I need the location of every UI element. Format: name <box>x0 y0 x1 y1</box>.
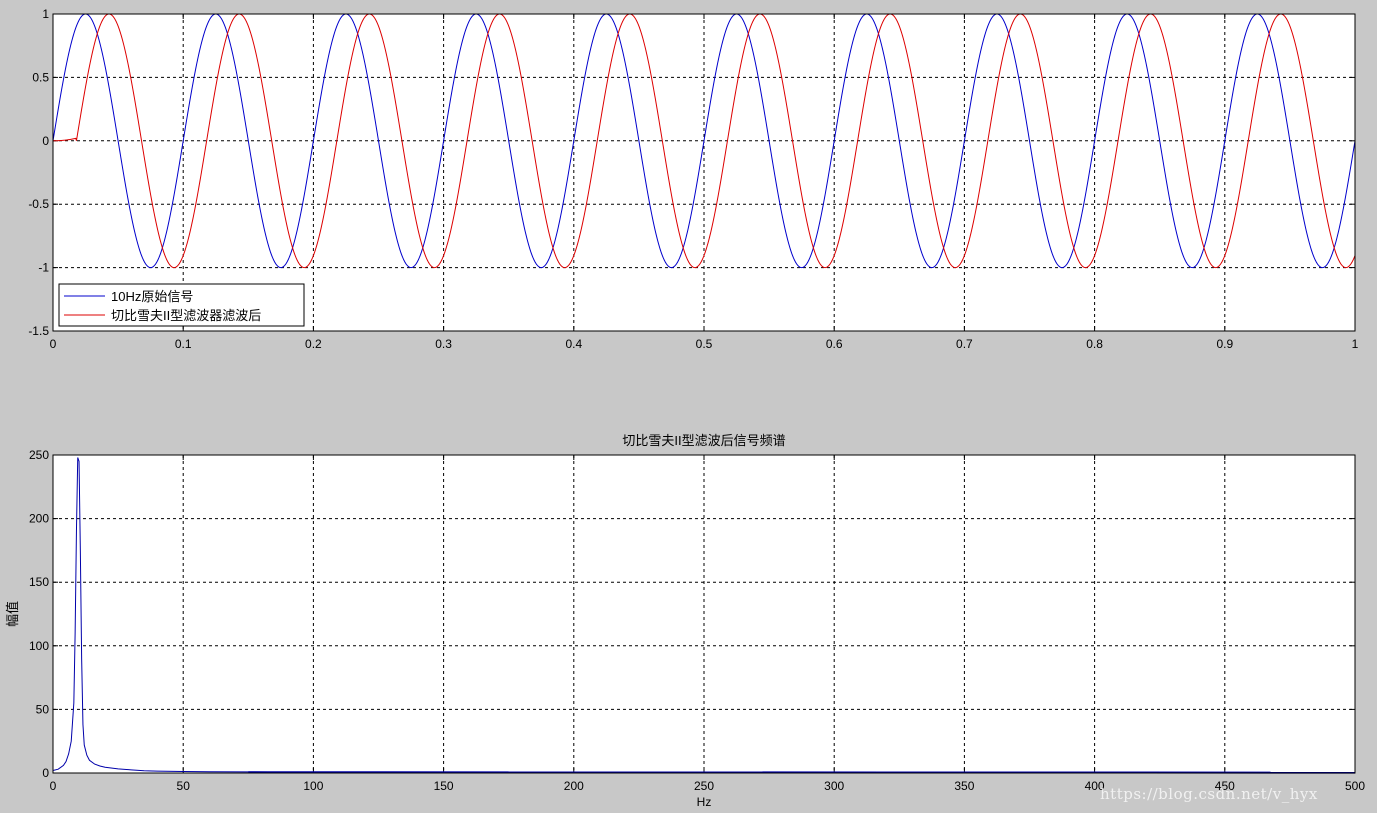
figure: 0 0.1 0.2 0.3 0.4 0.5 0.6 0.7 0.8 0.9 1 1 0.5 0 -0.5 -1… <box>5 7 1365 809</box>
time-domain-chart: 0 0.1 0.2 0.3 0.4 0.5 0.6 0.7 0.8 0.9 1 1 0.5 0 -0.5 -1… <box>28 7 1358 351</box>
x-tick-label: 0.9 <box>1216 337 1233 351</box>
x-tick-label: 200 <box>564 779 584 793</box>
legend: 10Hz原始信号切比雪夫II型滤波器滤波后 <box>58 283 305 327</box>
y-tick-label: 200 <box>29 512 49 526</box>
x-tick-label: 0.6 <box>826 337 843 351</box>
x-tick-label: 50 <box>177 779 191 793</box>
x-tick-label: 0.1 <box>175 337 192 351</box>
x-tick-label: 300 <box>824 779 844 793</box>
x-tick-label: 500 <box>1345 779 1365 793</box>
legend-label-0: 10Hz原始信号 <box>111 289 193 304</box>
x-axis-label: Hz <box>697 795 712 809</box>
y-tick-label: 100 <box>29 639 49 653</box>
x-tick-label: 0.4 <box>565 337 582 351</box>
x-tick-label: 0.5 <box>696 337 713 351</box>
y-tick-label: 0 <box>42 766 49 780</box>
y-tick-label: 1 <box>42 7 49 21</box>
x-tick-label: 0.3 <box>435 337 452 351</box>
y-axis-label: 幅值 <box>5 601 20 627</box>
y-tick-label: 250 <box>29 448 49 462</box>
x-tick-label: 0 <box>50 337 57 351</box>
x-tick-label: 350 <box>954 779 974 793</box>
x-tick-label: 1 <box>1352 337 1359 351</box>
y-tick-label: 50 <box>36 702 50 716</box>
x-tick-label: 250 <box>694 779 714 793</box>
y-tick-label: -1 <box>38 261 49 275</box>
x-tick-label: 0.2 <box>305 337 322 351</box>
y-tick-label: 0.5 <box>32 70 49 84</box>
x-tick-label: 100 <box>303 779 323 793</box>
legend-label-1: 切比雪夫II型滤波器滤波后 <box>111 308 261 323</box>
x-tick-label: 0.7 <box>956 337 973 351</box>
x-tick-label: 0 <box>50 779 57 793</box>
y-tick-label: -1.5 <box>28 324 49 338</box>
y-tick-label: 150 <box>29 575 49 589</box>
x-tick-label: 150 <box>434 779 454 793</box>
y-tick-label: -0.5 <box>28 197 49 211</box>
watermark: https://blog.csdn.net/v_hyx <box>1100 785 1318 803</box>
chart-title: 切比雪夫II型滤波后信号频谱 <box>622 433 785 448</box>
spectrum-chart: 0 50 100 150 200 250 300 350 400 450 5002502001501… <box>5 433 1365 809</box>
x-tick-label: 0.8 <box>1086 337 1103 351</box>
y-tick-label: 0 <box>42 134 49 148</box>
